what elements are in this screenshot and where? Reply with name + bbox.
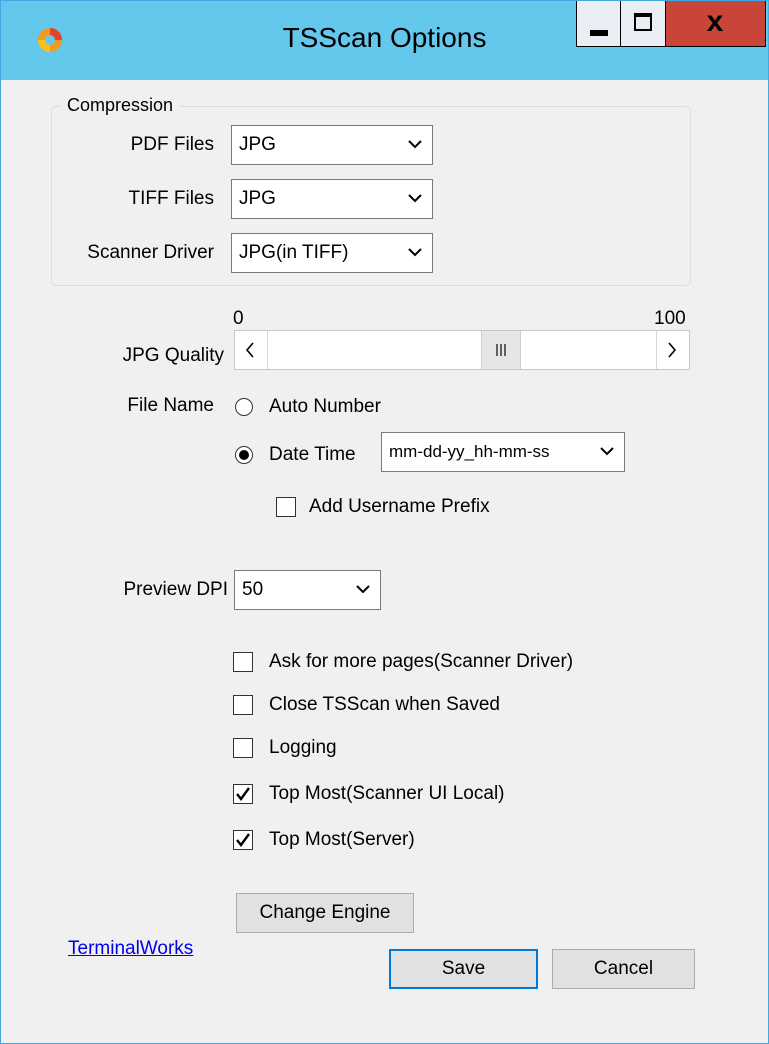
chevron-down-icon xyxy=(408,193,422,203)
preview-dpi-label: Preview DPI xyxy=(123,579,228,600)
scanner-driver-value: JPG(in TIFF) xyxy=(239,242,349,263)
pdf-files-value: JPG xyxy=(239,134,276,155)
preview-dpi-value: 50 xyxy=(242,579,264,600)
title-bar[interactable]: TSScan Options x xyxy=(1,1,768,80)
scroll-right-button[interactable] xyxy=(656,331,689,369)
date-time-label[interactable]: Date Time xyxy=(269,444,356,466)
tiff-files-label: TIFF Files xyxy=(128,188,215,209)
maximize-button[interactable] xyxy=(621,1,666,47)
chevron-right-icon xyxy=(668,342,677,358)
add-username-prefix-label[interactable]: Add Username Prefix xyxy=(309,496,490,518)
auto-number-label[interactable]: Auto Number xyxy=(269,396,381,418)
tiff-files-select[interactable]: JPG xyxy=(231,179,433,219)
scroll-left-button[interactable] xyxy=(235,331,268,369)
checkmark-icon xyxy=(236,833,250,847)
preview-dpi-select[interactable]: 50 xyxy=(234,570,381,610)
scanner-driver-select[interactable]: JPG(in TIFF) xyxy=(231,233,433,273)
change-engine-button[interactable]: Change Engine xyxy=(236,893,414,933)
jpg-quality-label: JPG Quality xyxy=(122,345,224,366)
auto-number-radio[interactable] xyxy=(235,398,253,416)
compression-legend: Compression xyxy=(61,95,180,116)
close-button[interactable]: x xyxy=(666,1,766,47)
checkmark-icon xyxy=(236,787,250,801)
jpg-quality-min-label: 0 xyxy=(233,308,244,329)
ask-more-pages-checkbox[interactable] xyxy=(233,652,253,672)
jpg-quality-slider[interactable] xyxy=(234,330,690,370)
terminalworks-link[interactable]: TerminalWorks xyxy=(68,938,193,960)
date-time-radio[interactable] xyxy=(235,446,253,464)
chevron-down-icon xyxy=(408,247,422,257)
top-most-server-checkbox[interactable] xyxy=(233,830,253,850)
chevron-down-icon xyxy=(600,446,614,456)
minimize-button[interactable] xyxy=(576,1,621,47)
ask-more-pages-label[interactable]: Ask for more pages(Scanner Driver) xyxy=(269,651,573,673)
top-most-server-label[interactable]: Top Most(Server) xyxy=(269,829,415,851)
top-most-local-checkbox[interactable] xyxy=(233,784,253,804)
file-name-label: File Name xyxy=(127,395,214,416)
chevron-down-icon xyxy=(356,584,370,594)
close-icon: x xyxy=(706,5,724,38)
options-window: TSScan Options x Compression PDF Files J… xyxy=(0,0,769,1044)
scanner-driver-label: Scanner Driver xyxy=(87,242,214,263)
logging-label[interactable]: Logging xyxy=(269,737,337,759)
jpg-quality-max-label: 100 xyxy=(654,308,686,329)
tiff-files-value: JPG xyxy=(239,188,276,209)
chevron-down-icon xyxy=(408,139,422,149)
top-most-local-label[interactable]: Top Most(Scanner UI Local) xyxy=(269,783,505,805)
slider-thumb[interactable] xyxy=(480,331,521,369)
cancel-button[interactable]: Cancel xyxy=(552,949,695,989)
save-button[interactable]: Save xyxy=(389,949,538,989)
pdf-files-select[interactable]: JPG xyxy=(231,125,433,165)
pdf-files-label: PDF Files xyxy=(130,134,214,155)
date-time-format-select[interactable]: mm-dd-yy_hh-mm-ss xyxy=(381,432,625,472)
chevron-left-icon xyxy=(245,342,254,358)
add-username-prefix-checkbox[interactable] xyxy=(276,497,296,517)
close-when-saved-checkbox[interactable] xyxy=(233,695,253,715)
date-time-format-value: mm-dd-yy_hh-mm-ss xyxy=(389,442,550,461)
logging-checkbox[interactable] xyxy=(233,738,253,758)
close-when-saved-label[interactable]: Close TSScan when Saved xyxy=(269,694,500,716)
grip-icon xyxy=(495,344,506,356)
